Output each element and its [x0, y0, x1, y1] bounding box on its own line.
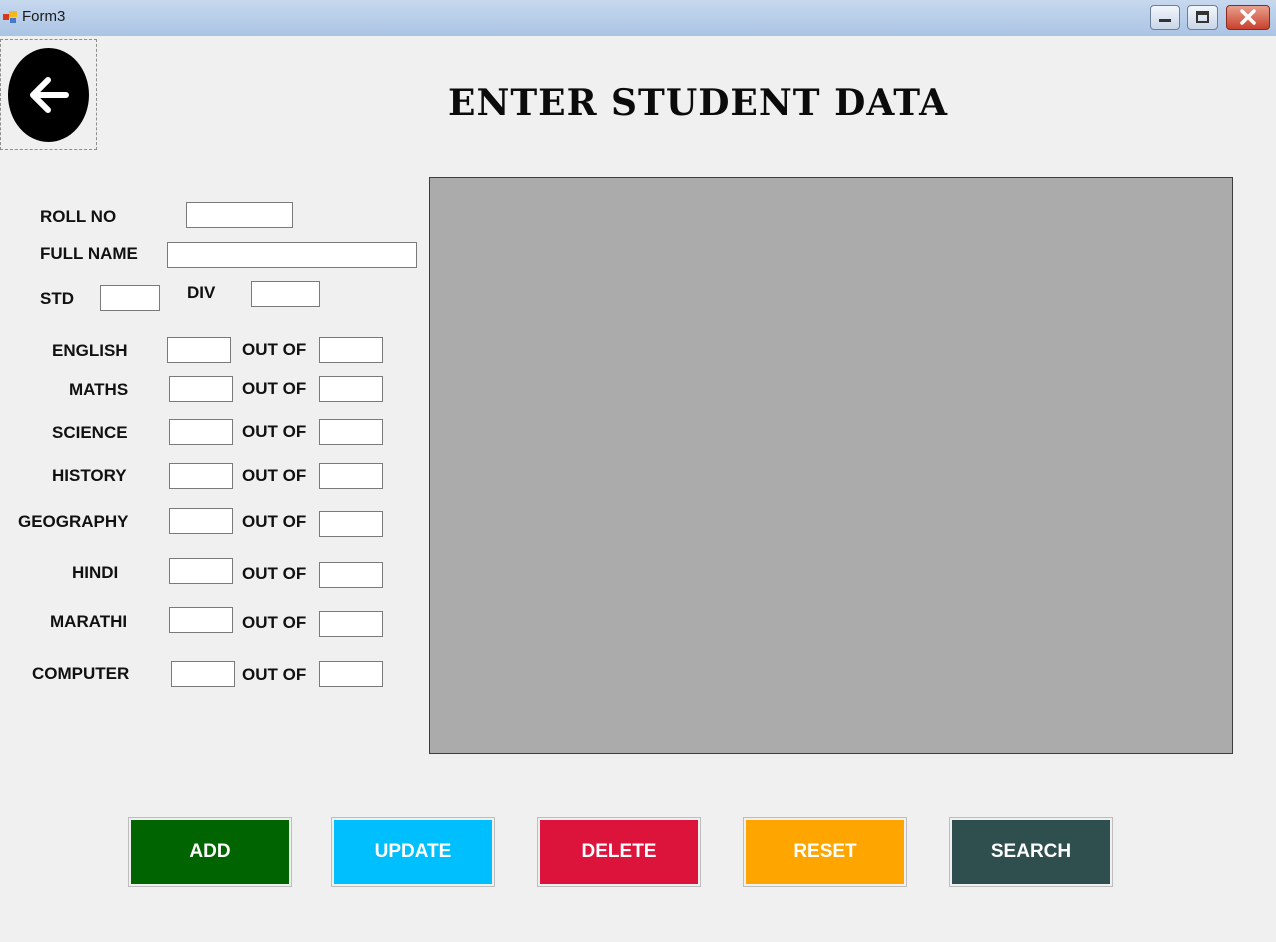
delete-button[interactable]: DELETE — [540, 820, 698, 884]
full-name-input[interactable] — [167, 242, 417, 268]
subject-label-geography: GEOGRAPHY — [18, 512, 129, 531]
add-button-frame: ADD — [128, 817, 292, 887]
out-of-label: OUT OF — [242, 613, 307, 632]
marathi-marks-input[interactable] — [169, 607, 233, 633]
out-of-label: OUT OF — [242, 466, 307, 485]
div-input[interactable] — [251, 281, 320, 307]
subject-label-history: HISTORY — [52, 466, 127, 485]
computer-marks-input[interactable] — [171, 661, 235, 687]
update-button[interactable]: UPDATE — [334, 820, 492, 884]
full-name-label: FULL NAME — [40, 244, 138, 263]
hindi-marks-input[interactable] — [169, 558, 233, 584]
maximize-button[interactable] — [1187, 5, 1218, 30]
div-label: DIV — [187, 283, 216, 302]
history-total-input[interactable] — [319, 463, 383, 489]
subject-label-english: ENGLISH — [52, 341, 128, 360]
search-button[interactable]: SEARCH — [952, 820, 1110, 884]
maths-total-input[interactable] — [319, 376, 383, 402]
hindi-total-input[interactable] — [319, 562, 383, 588]
student-data-grid[interactable] — [429, 177, 1233, 754]
title-bar: Form3 — [0, 0, 1276, 36]
history-marks-input[interactable] — [169, 463, 233, 489]
roll-no-input[interactable] — [186, 202, 293, 228]
subject-label-maths: MATHS — [69, 380, 129, 399]
out-of-label: OUT OF — [242, 665, 307, 684]
maximize-icon — [1196, 11, 1209, 23]
minimize-icon — [1159, 19, 1171, 22]
arrow-left-icon — [30, 77, 69, 113]
reset-button-frame: RESET — [743, 817, 907, 887]
subject-label-hindi: HINDI — [72, 563, 119, 582]
science-total-input[interactable] — [319, 419, 383, 445]
window-title: Form3 — [22, 8, 66, 25]
app-icon — [3, 11, 17, 23]
search-button-frame: SEARCH — [949, 817, 1113, 887]
science-marks-input[interactable] — [169, 419, 233, 445]
english-marks-input[interactable] — [167, 337, 231, 363]
page-title: ENTER STUDENT DATA — [448, 82, 949, 124]
reset-button[interactable]: RESET — [746, 820, 904, 884]
english-total-input[interactable] — [319, 337, 383, 363]
close-icon — [1240, 9, 1256, 25]
subject-label-science: SCIENCE — [52, 423, 128, 442]
update-button-frame: UPDATE — [331, 817, 495, 887]
out-of-label: OUT OF — [242, 564, 307, 583]
std-label: STD — [40, 289, 74, 308]
delete-button-frame: DELETE — [537, 817, 701, 887]
minimize-button[interactable] — [1150, 5, 1180, 30]
maths-marks-input[interactable] — [169, 376, 233, 402]
out-of-label: OUT OF — [242, 422, 307, 441]
add-button[interactable]: ADD — [131, 820, 289, 884]
geography-total-input[interactable] — [319, 511, 383, 537]
out-of-label: OUT OF — [242, 340, 307, 359]
close-button[interactable] — [1226, 5, 1270, 30]
out-of-label: OUT OF — [242, 379, 307, 398]
subject-label-marathi: MARATHI — [50, 612, 128, 631]
out-of-label: OUT OF — [242, 512, 307, 531]
subject-label-computer: COMPUTER — [32, 664, 130, 683]
roll-no-label: ROLL NO — [40, 207, 117, 226]
marathi-total-input[interactable] — [319, 611, 383, 637]
geography-marks-input[interactable] — [169, 508, 233, 534]
back-button[interactable] — [8, 48, 89, 142]
computer-total-input[interactable] — [319, 661, 383, 687]
std-input[interactable] — [100, 285, 160, 311]
